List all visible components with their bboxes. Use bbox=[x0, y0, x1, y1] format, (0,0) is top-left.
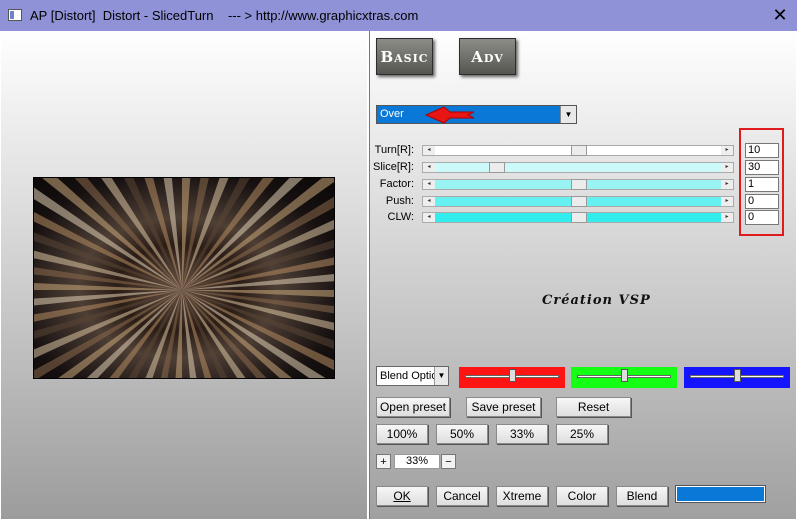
cancel-label: Cancel bbox=[443, 489, 481, 503]
blend-button[interactable]: Blend bbox=[616, 486, 668, 506]
slider-thumb[interactable] bbox=[571, 196, 587, 207]
color-button[interactable]: Color bbox=[556, 486, 608, 506]
red-channel-slider[interactable] bbox=[459, 367, 565, 388]
zoom-level-field[interactable]: 33% bbox=[394, 454, 440, 469]
save-preset-button[interactable]: Save preset bbox=[466, 397, 541, 417]
param-label: Factor: bbox=[379, 178, 414, 190]
zoom-25-button[interactable]: 25% bbox=[556, 424, 608, 444]
app-icon bbox=[8, 9, 22, 21]
param-slider[interactable]: ◂ ▸ bbox=[422, 212, 734, 223]
basic-tab-label: Basic bbox=[380, 47, 429, 66]
blend-options-value: Blend Optio bbox=[380, 370, 438, 382]
open-preset-button[interactable]: Open preset bbox=[376, 397, 450, 417]
param-label: Push: bbox=[385, 195, 414, 207]
param-slider[interactable]: ◂ ▸ bbox=[422, 179, 734, 190]
red-arrow-annotation bbox=[424, 106, 475, 124]
slider-thumb[interactable] bbox=[571, 179, 587, 190]
sliced-turn-rays bbox=[34, 178, 334, 378]
values-highlight-frame bbox=[739, 128, 784, 236]
adv-tab-label: Adv bbox=[471, 47, 504, 66]
chevron-down-icon[interactable]: ▼ bbox=[560, 106, 576, 123]
slider-right-arrow-icon[interactable]: ▸ bbox=[721, 146, 733, 155]
zoom-33-button[interactable]: 33% bbox=[496, 424, 548, 444]
basic-tab-button[interactable]: Basic bbox=[376, 38, 433, 75]
param-label: CLW: bbox=[387, 211, 415, 223]
param-label: Slice[R]: bbox=[373, 161, 414, 173]
chevron-down-icon[interactable]: ▼ bbox=[434, 367, 448, 385]
credit-text: Création VSP bbox=[542, 293, 651, 308]
zoom-decrease-button[interactable]: − bbox=[441, 454, 456, 469]
window-title: AP [Distort] Distort - SlicedTurn --- > … bbox=[30, 8, 419, 23]
blue-channel-slider[interactable] bbox=[684, 367, 790, 388]
left-pane bbox=[1, 31, 367, 519]
slider-right-arrow-icon[interactable]: ▸ bbox=[721, 163, 733, 172]
adv-tab-button[interactable]: Adv bbox=[459, 38, 516, 75]
slider-left-arrow-icon[interactable]: ◂ bbox=[423, 180, 435, 189]
slider-left-arrow-icon[interactable]: ◂ bbox=[423, 197, 435, 206]
ok-button[interactable]: OK bbox=[376, 486, 428, 506]
xtreme-label: Xtreme bbox=[502, 489, 542, 503]
green-channel-slider[interactable] bbox=[571, 367, 677, 388]
blend-options-select[interactable]: Blend Optio ▼ bbox=[376, 366, 449, 386]
ok-label: OK bbox=[393, 489, 411, 503]
slider-thumb[interactable] bbox=[571, 212, 587, 223]
param-slider[interactable]: ◂ ▸ bbox=[422, 162, 734, 173]
mode-select[interactable]: Over ▼ bbox=[376, 105, 577, 124]
cancel-button[interactable]: Cancel bbox=[436, 486, 488, 506]
slider-knob[interactable] bbox=[734, 369, 741, 382]
slider-left-arrow-icon[interactable]: ◂ bbox=[423, 213, 435, 222]
param-label: Turn[R]: bbox=[374, 144, 414, 156]
slider-thumb[interactable] bbox=[571, 145, 587, 156]
slider-knob[interactable] bbox=[509, 369, 516, 382]
slider-right-arrow-icon[interactable]: ▸ bbox=[721, 197, 733, 206]
zoom-100-button[interactable]: 100% bbox=[376, 424, 428, 444]
blend-color-swatch[interactable] bbox=[675, 485, 766, 503]
blend-label: Blend bbox=[626, 489, 658, 503]
slider-left-arrow-icon[interactable]: ◂ bbox=[423, 146, 435, 155]
slider-rail bbox=[435, 163, 721, 172]
zoom-increase-button[interactable]: + bbox=[376, 454, 391, 469]
reset-button[interactable]: Reset bbox=[556, 397, 631, 417]
mode-select-value: Over bbox=[380, 108, 404, 120]
zoom-50-button[interactable]: 50% bbox=[436, 424, 488, 444]
color-label: Color bbox=[567, 489, 597, 503]
title-bar: AP [Distort] Distort - SlicedTurn --- > … bbox=[0, 0, 797, 31]
slider-thumb[interactable] bbox=[489, 162, 505, 173]
slider-right-arrow-icon[interactable]: ▸ bbox=[721, 213, 733, 222]
param-slider[interactable]: ◂ ▸ bbox=[422, 145, 734, 156]
slider-right-arrow-icon[interactable]: ▸ bbox=[721, 180, 733, 189]
close-button[interactable]: ✕ bbox=[763, 0, 797, 31]
xtreme-button[interactable]: Xtreme bbox=[496, 486, 548, 506]
preview-image bbox=[33, 177, 335, 379]
slider-knob[interactable] bbox=[621, 369, 628, 382]
slider-left-arrow-icon[interactable]: ◂ bbox=[423, 163, 435, 172]
param-slider[interactable]: ◂ ▸ bbox=[422, 196, 734, 207]
